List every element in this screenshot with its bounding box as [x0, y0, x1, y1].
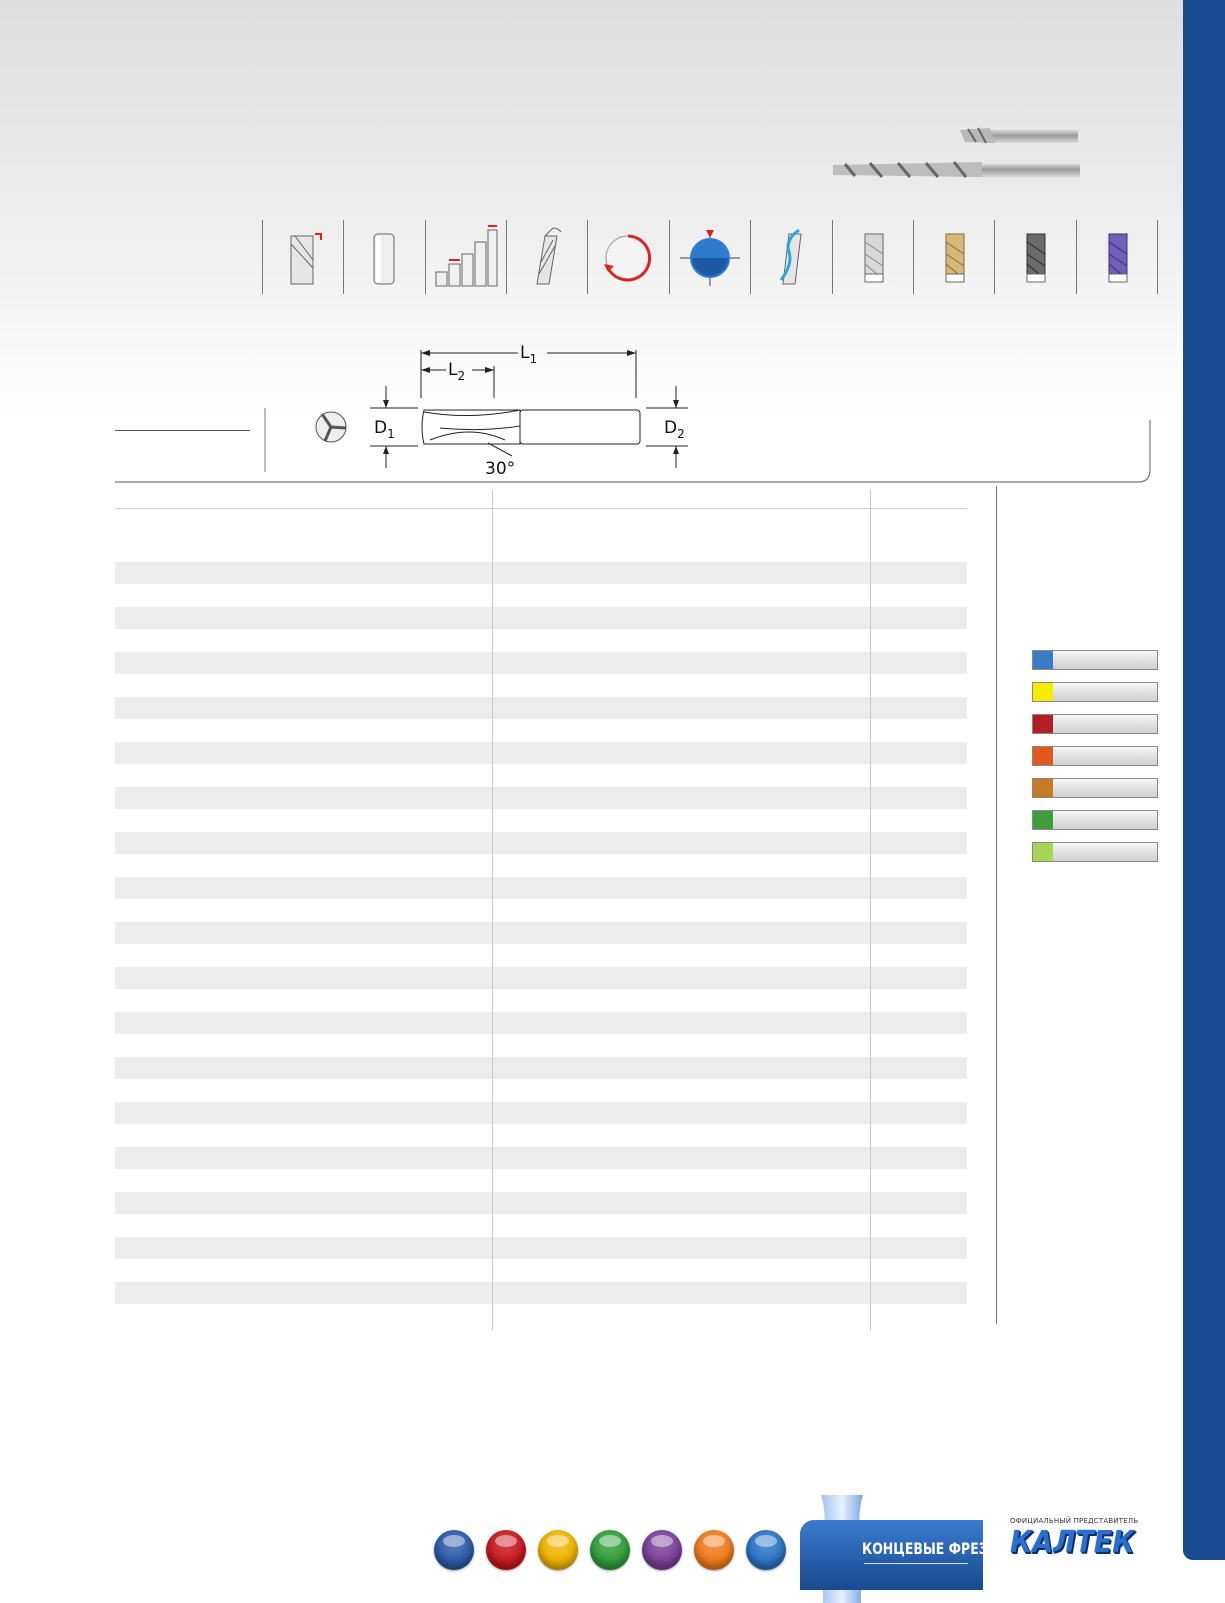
table-row [115, 607, 967, 629]
legend-item [1032, 746, 1158, 766]
feature-icon-strip [262, 220, 1158, 294]
legend-swatch [1033, 779, 1053, 797]
end-mill-outline [421, 409, 641, 457]
table-column-divider [870, 490, 871, 1330]
legend-item [1032, 778, 1158, 798]
tin-coated-tool-icon [945, 233, 965, 283]
table-row [115, 967, 967, 989]
table-row [115, 832, 967, 854]
tool-dimension-diagram: L1 L2 D1 D2 30° [115, 343, 1151, 483]
aerospace-icon [434, 1530, 474, 1570]
company-logo: КАЛТЕК [1010, 1525, 1135, 1560]
legend-item [1032, 842, 1158, 862]
legend-item [1032, 714, 1158, 734]
product-table [115, 490, 967, 1330]
legend-swatch [1033, 683, 1053, 701]
medical-icon [486, 1530, 526, 1570]
table-row [115, 922, 967, 944]
official-representative-label: ОФИЦИАЛЬНЫЙ ПРЕДСТАВИТЕЛЬ [1010, 1517, 1139, 1525]
l2-label: L2 [448, 360, 465, 383]
legend-swatch [1033, 811, 1053, 829]
long-end-mill-image [833, 161, 1080, 178]
flute-cross-section-icon [315, 411, 347, 443]
coolant-flute-icon [779, 228, 802, 285]
table-row [115, 742, 967, 764]
sidebar-divider [996, 486, 997, 1324]
table-header-rule [115, 508, 967, 509]
header-underline [115, 430, 250, 431]
table-row [115, 697, 967, 719]
d1-label: D1 [374, 418, 395, 441]
table-row [115, 652, 967, 674]
legend-bar [1053, 715, 1157, 733]
rotation-direction-icon [604, 234, 652, 282]
table-row [115, 1192, 967, 1214]
application-icons [434, 1530, 786, 1570]
legend-bar [1053, 779, 1157, 797]
brand-title-underline [864, 1563, 968, 1564]
center-cutting-icon [679, 230, 740, 286]
table-row [115, 1012, 967, 1034]
general-engineering-icon [746, 1530, 786, 1570]
legend-swatch [1033, 747, 1053, 765]
legend-item [1032, 810, 1158, 830]
legend-bar [1053, 747, 1157, 765]
table-row [115, 1147, 967, 1169]
l1-label: L1 [520, 343, 537, 366]
legend-item [1032, 650, 1158, 670]
product-tool-images [833, 127, 1080, 178]
table-row [115, 1282, 967, 1304]
automotive-icon [590, 1530, 630, 1570]
electronics-icon [642, 1530, 682, 1570]
right-edge-band [1183, 0, 1225, 1560]
table-row [115, 1057, 967, 1079]
plain-shank-icon [373, 233, 395, 285]
table-row [115, 562, 967, 584]
table-row [115, 787, 967, 809]
legend-bar [1053, 811, 1157, 829]
legend-swatch [1033, 715, 1053, 733]
short-end-mill-image [960, 127, 1078, 144]
brand-title: КОНЦЕВЫЕ ФРЕЗЫ [862, 1539, 1001, 1558]
d2-label: D2 [664, 418, 685, 441]
tolerance-bars-icon [435, 225, 498, 287]
legend-bar [1053, 651, 1157, 669]
helix-angle-icon [536, 227, 562, 285]
energy-icon [538, 1530, 578, 1570]
legend-bar [1053, 683, 1157, 701]
table-row [115, 1237, 967, 1259]
helix-flute-icon [290, 233, 322, 285]
legend-swatch [1033, 843, 1053, 861]
ticn-coated-tool-icon [1108, 233, 1128, 283]
helix-angle-label: 30° [485, 459, 515, 479]
material-color-legend [1032, 650, 1158, 874]
legend-item [1032, 682, 1158, 702]
table-row [115, 877, 967, 899]
table-row [115, 1102, 967, 1124]
legend-swatch [1033, 651, 1053, 669]
die-mold-icon [694, 1530, 734, 1570]
altin-coated-tool-icon [1026, 233, 1046, 283]
legend-bar [1053, 843, 1157, 861]
uncoated-tool-icon [864, 233, 884, 283]
table-column-divider [492, 490, 493, 1330]
